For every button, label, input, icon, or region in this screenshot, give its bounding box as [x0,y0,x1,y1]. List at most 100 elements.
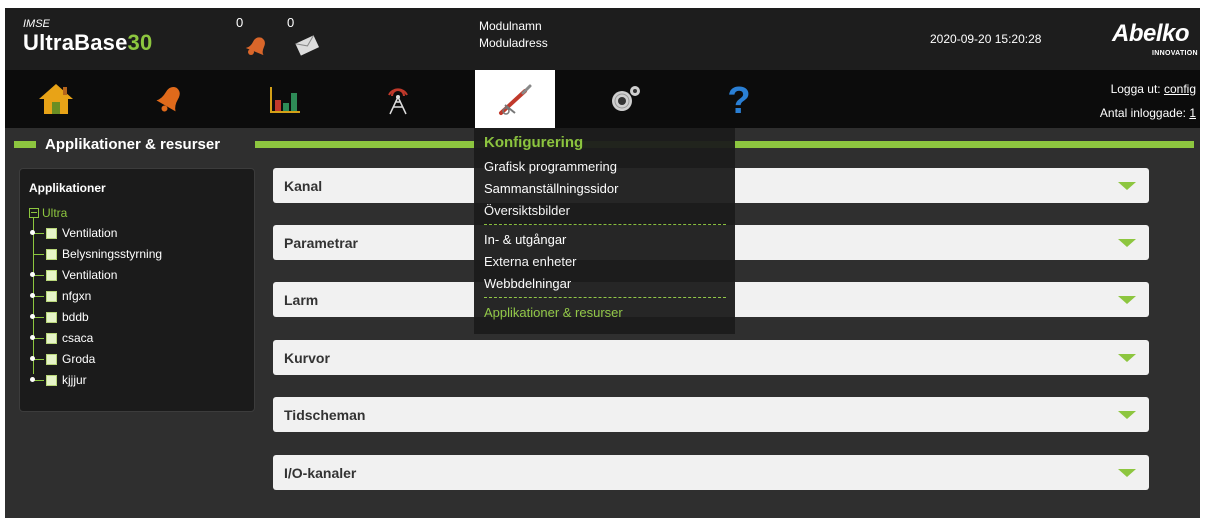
antenna-icon [388,88,408,115]
menu-divider [484,297,726,298]
expand-icon[interactable] [30,376,44,382]
help-icon: ? [727,81,750,117]
module-name: Modulnamn [479,19,542,33]
tree-item-label: Ventilation [62,226,118,240]
nav-alarms[interactable] [130,70,210,128]
logout-label: Logga ut: [1110,82,1161,96]
tree-item[interactable]: Groda [30,352,96,366]
panel-io-kanaler[interactable]: I/O-kanaler [273,455,1149,490]
expand-icon[interactable] [30,292,44,298]
menu-item-externa-enheter[interactable]: Externa enheter [484,254,577,269]
logo-subtitle: INNOVATION [1152,50,1198,57]
tree-item-label: Belysningsstyrning [62,247,163,261]
logout-link[interactable]: config [1164,82,1196,96]
alarm-count: 0 [236,15,244,30]
tree-item-label: bddb [62,310,89,324]
collapse-icon[interactable] [29,208,39,218]
chevron-down-icon[interactable] [1118,239,1136,247]
gears-icon [612,86,640,111]
brand-number: 30 [127,30,153,55]
app-window: IMSE UltraBase30 0 0 Modulnamn Moduladre… [5,8,1200,518]
tools-icon [499,84,532,115]
expand-icon[interactable] [30,334,44,340]
home-icon [39,84,73,114]
main-nav: ? Logga ut: config Antal inloggade: 1 [5,70,1200,128]
datetime: 2020-09-20 15:20:28 [930,32,1042,46]
abelko-logo: Abelko [1112,20,1190,47]
menu-divider [484,224,726,225]
chevron-down-icon[interactable] [1118,469,1136,477]
logged-in-label: Antal inloggade: [1099,106,1186,120]
envelope-icon[interactable] [294,34,320,61]
logged-in-area: Antal inloggade: 1 [1100,106,1196,120]
menu-item-grafisk-programmering[interactable]: Grafisk programmering [484,159,617,174]
tree-item-label: Ventilation [62,268,118,282]
tree-root[interactable]: Ultra [29,206,67,220]
nav-charts[interactable] [244,70,324,128]
section-bar-left [14,141,36,148]
dropdown-title: Konfigurering [484,134,584,151]
expand-icon[interactable] [30,313,44,319]
nav-help[interactable]: ? [699,70,779,128]
application-icon [46,353,57,365]
tree-item[interactable]: bddb [30,310,89,324]
tree-item[interactable]: Ventilation [30,268,118,282]
chart-icon [270,87,300,113]
tree-item[interactable]: kjjjur [30,373,87,387]
section-title: Applikationer & resurser [41,136,225,153]
configuration-dropdown: Konfigurering Grafisk programmering Samm… [474,128,735,334]
panel-label: I/O-kanaler [284,464,357,481]
tree-root-label: Ultra [42,206,68,220]
tree-item[interactable]: Belysningsstyrning [33,247,162,261]
panel-tidscheman[interactable]: Tidscheman [273,397,1149,432]
tree-item[interactable]: nfgxn [30,289,92,303]
sidebar-title: Applikationer [29,181,106,195]
tree-item-label: Groda [62,352,96,366]
brand-prefix: IMSE [23,18,50,30]
panel-label: Kanal [284,177,323,194]
tree-item[interactable]: csaca [30,331,94,345]
tree-item-label: csaca [62,331,94,345]
panel-kurvor[interactable]: Kurvor [273,340,1149,375]
nav-communication[interactable] [358,70,438,128]
panel-label: Parametrar [284,234,358,251]
chevron-down-icon[interactable] [1118,296,1136,304]
chevron-down-icon[interactable] [1118,411,1136,419]
alarm-bell-icon [156,87,180,112]
logout-area: Logga ut: config [1111,82,1196,96]
menu-item-webbdelningar[interactable]: Webbdelningar [484,276,571,291]
application-icon [46,269,57,281]
brand-name: UltraBase30 [23,30,152,56]
panel-label: Kurvor [284,349,330,366]
brand-name-text: UltraBase [23,30,128,55]
menu-item-oversiktsbilder[interactable]: Översiktsbilder [484,203,570,218]
applications-sidebar: Applikationer Ultra Ventilation Belysnin… [19,168,255,412]
menu-item-in-utgangar[interactable]: In- & utgångar [484,232,566,247]
nav-home[interactable] [16,70,96,128]
tree-item-label: nfgxn [62,289,92,303]
chevron-down-icon[interactable] [1118,182,1136,190]
application-icon [46,248,57,260]
alarm-bell-icon[interactable] [243,32,269,63]
nav-configuration[interactable] [475,70,555,128]
application-icon [46,332,57,344]
tree-item[interactable]: Ventilation [30,226,118,240]
tree-item-label: kjjjur [62,373,87,387]
svg-text:?: ? [727,81,750,117]
panel-label: Tidscheman [284,406,366,423]
menu-item-sammanstallningssidor[interactable]: Sammanställningssidor [484,181,618,196]
header: IMSE UltraBase30 0 0 Modulnamn Moduladre… [5,8,1200,70]
application-icon [46,374,57,386]
expand-icon[interactable] [30,229,44,235]
expand-icon[interactable] [30,355,44,361]
expand-icon[interactable] [30,271,44,277]
application-icon [46,227,57,239]
application-icon [46,290,57,302]
application-icon [46,311,57,323]
menu-item-applikationer-resurser[interactable]: Applikationer & resurser [484,305,623,320]
chevron-down-icon[interactable] [1118,354,1136,362]
tree-connector [33,253,44,255]
nav-settings[interactable] [585,70,665,128]
panel-label: Larm [284,291,319,308]
logged-in-count[interactable]: 1 [1189,106,1196,120]
